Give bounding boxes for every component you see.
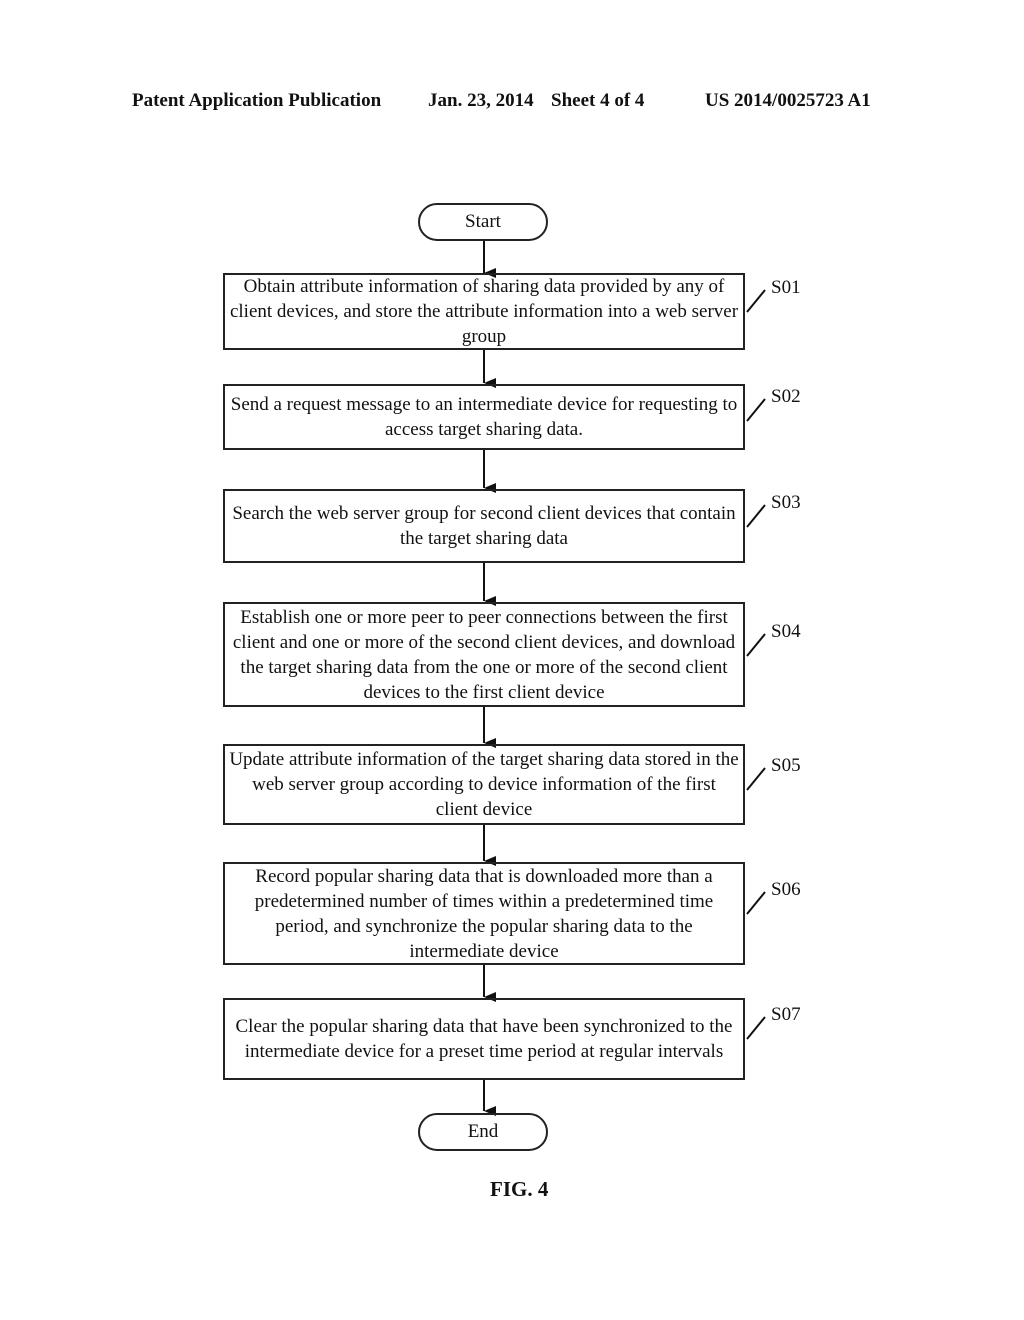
step-s01-label: S01: [771, 277, 801, 298]
figure-label: FIG. 4: [490, 1177, 549, 1201]
start-label: Start: [465, 211, 501, 232]
step-s04-box: Establish one or more peer to peer conne…: [223, 602, 745, 707]
step-s04-text: Establish one or more peer to peer conne…: [232, 606, 736, 703]
leader-s03: [746, 504, 766, 528]
step-s07-box: Clear the popular sharing data that have…: [223, 998, 745, 1080]
step-s04-label: S04: [771, 621, 801, 642]
step-s03-text: Search the web server group for second c…: [232, 503, 736, 549]
step-s07-label: S07: [771, 1004, 801, 1025]
leader-s02: [746, 398, 766, 422]
step-s03-box: Search the web server group for second c…: [223, 489, 745, 563]
leader-s01: [746, 289, 766, 313]
step-s01-box: Obtain attribute information of sharing …: [223, 273, 745, 350]
step-s07-text: Clear the popular sharing data that have…: [235, 1016, 733, 1062]
leader-s04: [746, 633, 766, 657]
start-terminal: Start: [418, 203, 548, 241]
step-s05-box: Update attribute information of the targ…: [223, 744, 745, 825]
step-s02-label: S02: [771, 386, 801, 407]
step-s05-label: S05: [771, 755, 801, 776]
end-terminal: End: [418, 1113, 548, 1151]
step-s05-text: Update attribute information of the targ…: [229, 749, 739, 820]
step-s01-text: Obtain attribute information of sharing …: [229, 276, 739, 347]
step-s03-label: S03: [771, 492, 801, 513]
step-s02-text: Send a request message to an intermediat…: [230, 394, 738, 440]
leader-s05: [746, 767, 766, 791]
leader-s07: [746, 1016, 766, 1040]
step-s06-label: S06: [771, 879, 801, 900]
end-label: End: [467, 1121, 499, 1142]
step-s02-box: Send a request message to an intermediat…: [223, 384, 745, 450]
step-s06-text: Record popular sharing data that is down…: [254, 865, 714, 962]
leader-s06: [746, 891, 766, 915]
step-s06-box: Record popular sharing data that is down…: [223, 862, 745, 965]
